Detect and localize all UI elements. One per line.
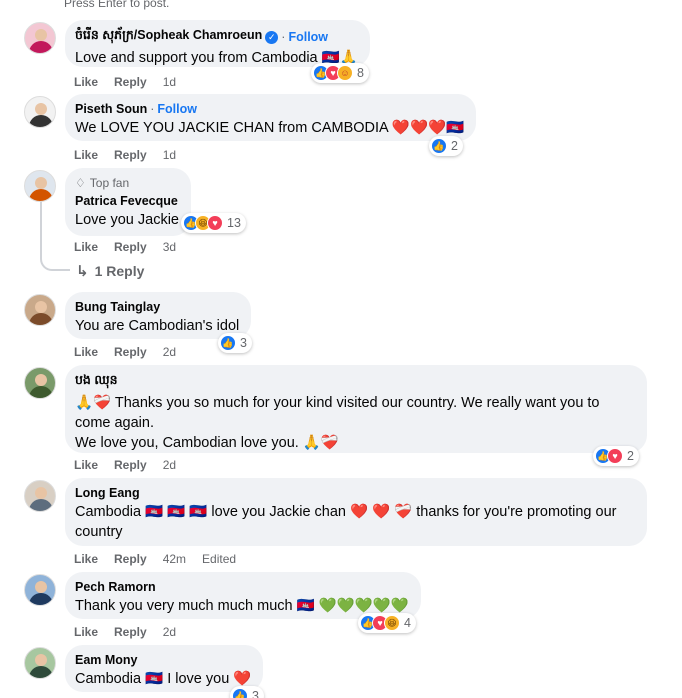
view-replies-link[interactable]: ↳ 1 Reply xyxy=(76,262,144,280)
avatar[interactable] xyxy=(24,574,56,606)
reaction-count: 3 xyxy=(240,336,247,350)
reply-arrow-icon: ↳ xyxy=(76,263,89,280)
avatar[interactable] xyxy=(24,170,56,202)
reaction-summary[interactable]: 👍 2 xyxy=(429,136,463,156)
comment-bubble: ចំរើន សុភ័ក្រ/Sopheak Chamroeun ✓ · Foll… xyxy=(65,20,370,67)
comment-author[interactable]: បង ឈុន xyxy=(75,373,118,391)
comment-bubble: Piseth Soun · Follow We LOVE YOU JACKIE … xyxy=(65,94,477,141)
comment-text-line: come again. xyxy=(75,415,154,431)
like-button[interactable]: Like xyxy=(74,75,98,89)
like-button[interactable]: Like xyxy=(74,552,98,566)
comment-actions: Like Reply 1d xyxy=(74,148,176,162)
comment-time[interactable]: 2d xyxy=(163,458,176,472)
reaction-count: 8 xyxy=(357,66,364,80)
avatar[interactable] xyxy=(24,480,56,512)
comment-actions: Like Reply 2d xyxy=(74,458,176,472)
reaction-summary[interactable]: 👍 ♥ 😆 4 xyxy=(358,613,416,633)
reply-button[interactable]: Reply xyxy=(114,75,147,89)
comment-text-line: Cambodia 🇰🇭 🇰🇭 🇰🇭 love you Jackie chan ❤… xyxy=(75,504,617,520)
like-reaction-icon: 👍 xyxy=(431,138,447,154)
reaction-count: 2 xyxy=(451,139,458,153)
reaction-summary[interactable]: 👍 😆 ♥ 13 xyxy=(181,213,246,233)
reply-button[interactable]: Reply xyxy=(114,345,147,359)
comment-text-line: We love you, Cambodian love you. 🙏❤️‍🩹 xyxy=(75,435,339,451)
comment-text: Cambodia 🇰🇭 I love you ❤️ xyxy=(75,671,252,687)
comment-time[interactable]: 1d xyxy=(163,148,176,162)
like-button[interactable]: Like xyxy=(74,625,98,639)
comment-bubble: Eam Mony Cambodia 🇰🇭 I love you ❤️ xyxy=(65,645,264,692)
reply-button[interactable]: Reply xyxy=(114,625,147,639)
comment-author[interactable]: Long Eang xyxy=(75,486,140,500)
comment-actions: Like Reply 3d xyxy=(74,240,176,254)
comment-author[interactable]: Piseth Soun xyxy=(75,102,147,116)
comment-author[interactable]: Patrica Fevecque xyxy=(75,194,178,208)
love-reaction-icon: ♥ xyxy=(607,448,623,464)
top-fan-badge: Top fan xyxy=(89,176,130,190)
comment-time[interactable]: 3d xyxy=(163,240,176,254)
avatar[interactable] xyxy=(24,96,56,128)
comment-text-line: country xyxy=(75,524,123,540)
follow-button[interactable]: Follow xyxy=(157,102,197,116)
comment-text-line: 🙏❤️‍🩹 Thanks you so much for your kind v… xyxy=(75,395,600,411)
comment-actions: Like Reply 42m Edited xyxy=(74,552,236,566)
reaction-summary[interactable]: 👍 3 xyxy=(230,686,264,698)
like-button[interactable]: Like xyxy=(74,345,98,359)
comment-author[interactable]: Eam Mony xyxy=(75,653,138,667)
like-reaction-icon: 👍 xyxy=(220,335,236,351)
love-reaction-icon: ♥ xyxy=(207,215,223,231)
reply-button[interactable]: Reply xyxy=(114,458,147,472)
comment-author[interactable]: Pech Ramorn xyxy=(75,580,156,594)
like-button[interactable]: Like xyxy=(74,148,98,162)
comment-bubble: Long Eang Cambodia 🇰🇭 🇰🇭 🇰🇭 love you Jac… xyxy=(65,478,647,546)
reply-button[interactable]: Reply xyxy=(114,148,147,162)
comment-bubble: ♢ Top fan Patrica Fevecque Love you Jack… xyxy=(65,168,191,236)
reaction-summary[interactable]: 👍 3 xyxy=(218,333,252,353)
comment-time[interactable]: 2d xyxy=(163,345,176,359)
reaction-count: 3 xyxy=(252,689,259,698)
avatar[interactable] xyxy=(24,22,56,54)
haha-reaction-icon: 😆 xyxy=(384,615,400,631)
edited-label: Edited xyxy=(202,552,237,566)
comment-author[interactable]: ចំរើន សុភ័ក្រ/Sopheak Chamroeun xyxy=(75,28,262,46)
replies-count: 1 Reply xyxy=(94,263,145,279)
comment-actions: Like Reply 1d xyxy=(74,75,176,89)
verified-icon: ✓ xyxy=(265,30,279,44)
comment-time[interactable]: 2d xyxy=(163,625,176,639)
reply-button[interactable]: Reply xyxy=(114,552,147,566)
reaction-count: 4 xyxy=(404,616,411,630)
avatar[interactable] xyxy=(24,294,56,326)
care-reaction-icon: ☺ xyxy=(337,65,353,81)
diamond-icon: ♢ xyxy=(75,176,86,190)
press-enter-hint: Press Enter to post. xyxy=(64,0,170,10)
comment-author[interactable]: Bung Tainglay xyxy=(75,300,160,314)
comment-text: We LOVE YOU JACKIE CHAN from CAMBODIA ❤️… xyxy=(75,120,465,136)
like-reaction-icon: 👍 xyxy=(232,688,248,698)
like-button[interactable]: Like xyxy=(74,240,98,254)
comment-actions: Like Reply 2d xyxy=(74,625,176,639)
like-button[interactable]: Like xyxy=(74,458,98,472)
comment-text: You are Cambodian's idol xyxy=(75,318,240,334)
reaction-summary[interactable]: 👍 ♥ ☺ 8 xyxy=(311,63,369,83)
avatar[interactable] xyxy=(24,647,56,679)
reaction-summary[interactable]: 👍 ♥ 2 xyxy=(593,446,639,466)
comment-bubble: បង ឈុន 🙏❤️‍🩹 Thanks you so much for your… xyxy=(65,365,647,453)
comment-bubble: Bung Tainglay You are Cambodian's idol xyxy=(65,292,252,339)
comment-text: Thank you very much much much 🇰🇭 💚💚💚💚💚 xyxy=(75,598,409,614)
comment-time[interactable]: 42m xyxy=(163,552,186,566)
comment-time[interactable]: 1d xyxy=(163,75,176,89)
reaction-count: 2 xyxy=(627,449,634,463)
comment-text: Love you Jackie xyxy=(75,212,179,228)
comment-bubble: Pech Ramorn Thank you very much much muc… xyxy=(65,572,421,619)
reaction-count: 13 xyxy=(227,216,241,230)
comment-actions: Like Reply 2d xyxy=(74,345,176,359)
reply-button[interactable]: Reply xyxy=(114,240,147,254)
follow-button[interactable]: Follow xyxy=(288,30,328,44)
avatar[interactable] xyxy=(24,367,56,399)
